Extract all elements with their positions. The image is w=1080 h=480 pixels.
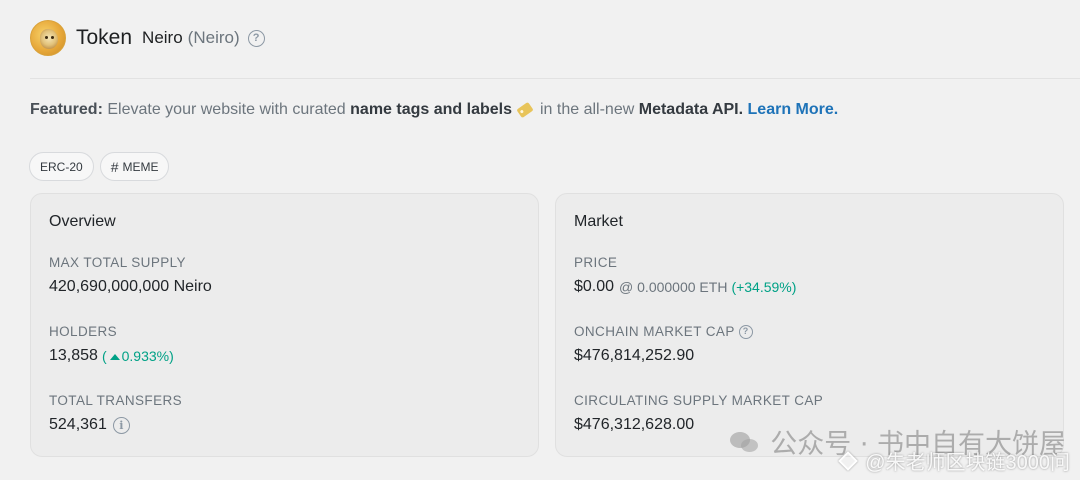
holders-label: HOLDERS — [49, 324, 118, 339]
price-row: $0.00 @ 0.000000 ETH (+34.59%) — [574, 278, 796, 296]
market-card: Market PRICE $0.00 @ 0.000000 ETH (+34.5… — [555, 193, 1064, 457]
onchain-mcap-label: ONCHAIN MARKET CAP ? — [574, 324, 753, 339]
badge-meme-label: MEME — [122, 159, 159, 174]
featured-text-2: in the all-new — [540, 101, 635, 118]
holders-change: (0.933%) — [102, 348, 174, 364]
watermark-text-2: @朱老师区块链3000问 — [865, 452, 1070, 474]
token-symbol: (Neiro) — [187, 28, 240, 47]
header-divider — [30, 78, 1080, 79]
token-header: Token Neiro (Neiro) ? — [30, 18, 265, 58]
badge-erc20[interactable]: ERC-20 — [29, 152, 94, 181]
transfers-row: 524,361 i — [49, 416, 130, 434]
circ-mcap-value: $476,312,628.00 — [574, 416, 695, 433]
token-badges: ERC-20 # MEME — [29, 152, 170, 181]
onchain-mcap-value: $476,814,252.90 — [574, 347, 695, 364]
learn-more-link[interactable]: Learn More. — [748, 101, 839, 119]
max-supply-label: MAX TOTAL SUPPLY — [49, 255, 186, 270]
featured-label: Featured: — [30, 101, 103, 118]
token-logo — [30, 20, 66, 56]
transfers-value: 524,361 — [49, 416, 107, 433]
badge-meme[interactable]: # MEME — [99, 152, 170, 181]
holders-change-value: 0.933%) — [121, 348, 174, 364]
price-eth: @ 0.000000 ETH — [619, 279, 728, 295]
price-change: (+34.59%) — [731, 279, 797, 295]
question-circle-icon[interactable]: ? — [738, 324, 753, 339]
featured-highlight: name tags and labels — [350, 101, 512, 118]
tag-icon — [516, 101, 534, 119]
price-label: PRICE — [574, 255, 618, 270]
badge-erc20-label: ERC-20 — [40, 159, 83, 174]
price-value: $0.00 — [574, 278, 615, 295]
max-supply-value: 420,690,000,000 Neiro — [49, 278, 212, 295]
market-title: Market — [574, 213, 623, 230]
question-circle-icon[interactable]: ? — [247, 29, 265, 47]
featured-banner: Featured: Elevate your website with cura… — [30, 101, 838, 119]
transfers-label: TOTAL TRANSFERS — [49, 393, 183, 408]
holders-value: 13,858 — [49, 347, 98, 364]
featured-text-1: Elevate your website with curated — [107, 101, 346, 118]
diamond-icon — [838, 450, 859, 471]
overview-card: Overview MAX TOTAL SUPPLY 420,690,000,00… — [30, 193, 539, 457]
caret-up-icon — [109, 354, 120, 361]
circ-mcap-label: CIRCULATING SUPPLY MARKET CAP — [574, 393, 824, 408]
info-icon[interactable]: i — [112, 416, 130, 434]
holders-row: 13,858 (0.933%) — [49, 347, 174, 365]
wechat-icon — [730, 430, 760, 454]
page-title: Token — [76, 26, 133, 49]
onchain-mcap-label-text: ONCHAIN MARKET CAP — [574, 324, 735, 339]
token-name: Neiro — [142, 28, 183, 47]
metadata-api-text: Metadata API. — [638, 101, 744, 118]
holders-change-prefix: ( — [101, 348, 107, 364]
hash-icon: # — [110, 158, 119, 175]
overview-title: Overview — [49, 213, 116, 230]
watermark-author: @朱老师区块链3000问 — [838, 446, 1070, 475]
